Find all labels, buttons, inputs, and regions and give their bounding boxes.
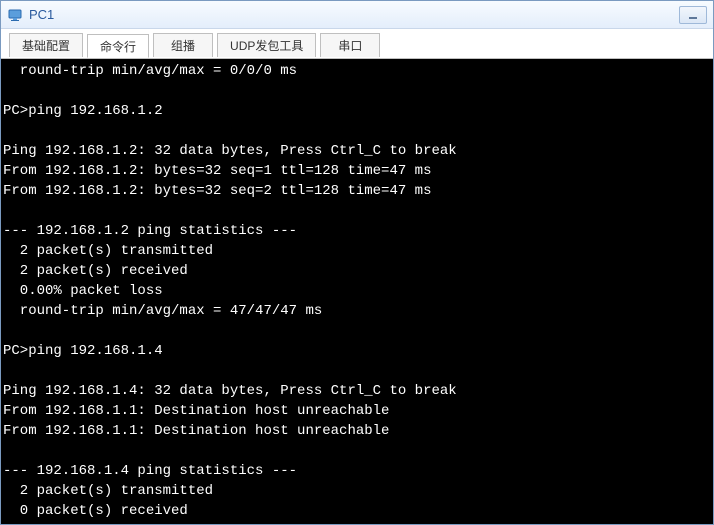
terminal-line: --- 192.168.1.4 ping statistics --- xyxy=(3,461,707,481)
tab-label: 组播 xyxy=(171,37,195,54)
window-title: PC1 xyxy=(29,7,54,22)
terminal-line: 2 packet(s) received xyxy=(3,261,707,281)
terminal-line xyxy=(3,81,707,101)
tab-cli[interactable]: 命令行 xyxy=(87,34,149,58)
tab-basic-config[interactable]: 基础配置 xyxy=(9,33,83,57)
terminal[interactable]: round-trip min/avg/max = 0/0/0 ms PC>pin… xyxy=(1,59,713,524)
minimize-button[interactable] xyxy=(679,6,707,24)
tab-udp-tool[interactable]: UDP发包工具 xyxy=(217,33,316,57)
tab-serial[interactable]: 串口 xyxy=(320,33,380,57)
tab-label: UDP发包工具 xyxy=(230,37,303,54)
terminal-line: From 192.168.1.2: bytes=32 seq=2 ttl=128… xyxy=(3,181,707,201)
terminal-line xyxy=(3,321,707,341)
app-icon xyxy=(7,7,23,23)
terminal-line: From 192.168.1.1: Destination host unrea… xyxy=(3,421,707,441)
terminal-line: 0.00% packet loss xyxy=(3,281,707,301)
terminal-line: From 192.168.1.2: bytes=32 seq=1 ttl=128… xyxy=(3,161,707,181)
titlebar: PC1 xyxy=(1,1,713,29)
terminal-line: 2 packet(s) transmitted xyxy=(3,481,707,501)
terminal-line: Ping 192.168.1.4: 32 data bytes, Press C… xyxy=(3,381,707,401)
terminal-line: --- 192.168.1.2 ping statistics --- xyxy=(3,221,707,241)
terminal-line: PC>ping 192.168.1.4 xyxy=(3,341,707,361)
terminal-line: From 192.168.1.1: Destination host unrea… xyxy=(3,401,707,421)
tab-label: 基础配置 xyxy=(22,37,70,54)
tab-multicast[interactable]: 组播 xyxy=(153,33,213,57)
tabbar: 基础配置 命令行 组播 UDP发包工具 串口 xyxy=(1,29,713,59)
terminal-line: round-trip min/avg/max = 0/0/0 ms xyxy=(3,61,707,81)
terminal-line xyxy=(3,361,707,381)
terminal-line xyxy=(3,441,707,461)
terminal-line: PC>ping 192.168.1.2 xyxy=(3,101,707,121)
tab-label: 串口 xyxy=(338,37,362,54)
terminal-line: 0 packet(s) received xyxy=(3,501,707,521)
terminal-line: round-trip min/avg/max = 47/47/47 ms xyxy=(3,301,707,321)
terminal-line: Ping 192.168.1.2: 32 data bytes, Press C… xyxy=(3,141,707,161)
terminal-line xyxy=(3,201,707,221)
terminal-line: 2 packet(s) transmitted xyxy=(3,241,707,261)
terminal-line xyxy=(3,121,707,141)
terminal-line: 100.00% packet loss xyxy=(3,521,707,524)
app-window: PC1 基础配置 命令行 组播 UDP发包工具 串口 round-trip mi… xyxy=(0,0,714,525)
tab-label: 命令行 xyxy=(100,38,136,55)
